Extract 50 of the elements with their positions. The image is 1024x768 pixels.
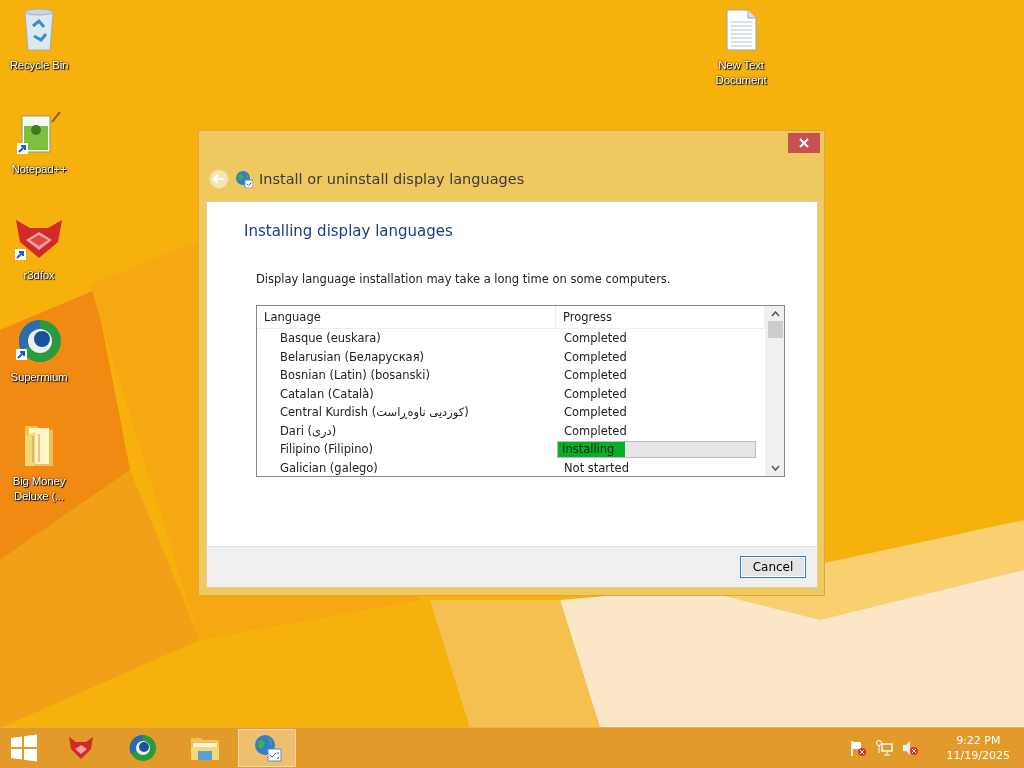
scroll-down-icon[interactable] [770,465,780,471]
desktop-icon-label[interactable]: Recycle Bin [9,58,69,73]
close-button[interactable] [788,133,820,153]
text-document-icon [724,8,758,52]
language-name: Bosnian (Latin) (bosanski) [279,368,431,383]
language-name: Catalan (Català) [279,386,375,401]
desktop-icon-label[interactable]: Notepad++ [11,162,67,177]
scroll-thumb[interactable] [767,321,783,338]
desktop-icon-label[interactable]: r3dfox [23,268,55,283]
language-name: Basque (euskara) [279,331,382,346]
fox-icon [14,218,64,262]
column-header[interactable]: Language [257,306,556,328]
notepad-icon [16,112,62,156]
progress-status: Installing [561,442,615,457]
clock[interactable]: 9:22 PM 11/19/2025 [940,732,1016,764]
language-name: Belarusian (Беларуская) [279,349,426,364]
description-text: Display language installation may take a long time on some computers. [256,272,672,286]
scroll-up-icon[interactable] [770,311,780,317]
desktop-icon-label[interactable]: Supermium [10,370,68,385]
progress-status: Not started [563,460,630,475]
desktop-icon-label[interactable]: Big Money Deluxe (... [6,474,72,504]
language-name: Dari (درى) [279,423,338,438]
desktop-icon-label[interactable]: New Text Document [711,58,771,88]
page-heading: Installing display languages [244,222,454,240]
language-name: Filipino (Filipino) [279,442,374,457]
window-title: Install or uninstall display languages [259,171,525,187]
scrollbar[interactable] [765,306,784,476]
progress-status: Completed [563,349,628,364]
language-name: Galician (galego) [279,460,379,475]
progress-status: Completed [563,423,628,438]
back-arrow-icon [213,174,225,184]
progress-status: Completed [563,331,628,346]
recycle-bin-icon [21,8,57,52]
flag-warning-icon[interactable] [848,739,867,757]
progress-status: Completed [563,368,628,383]
browser-icon [129,734,157,762]
windows-logo-icon [10,734,38,762]
language-name: Central Kurdish (کوردیی ناوەڕاست) [279,405,470,420]
taskbar-button[interactable] [238,729,296,767]
globe-icon [235,170,253,188]
fox-icon [68,736,94,760]
network-icon[interactable] [874,739,893,757]
close-icon [799,138,809,148]
cancel-button[interactable]: Cancel [740,556,806,578]
progress-status: Completed [563,405,628,420]
browser-icon [15,318,63,364]
progress-status: Completed [563,386,628,401]
speaker-muted-icon[interactable] [900,739,919,757]
file-explorer-icon [190,735,220,761]
globe-icon [252,733,282,763]
